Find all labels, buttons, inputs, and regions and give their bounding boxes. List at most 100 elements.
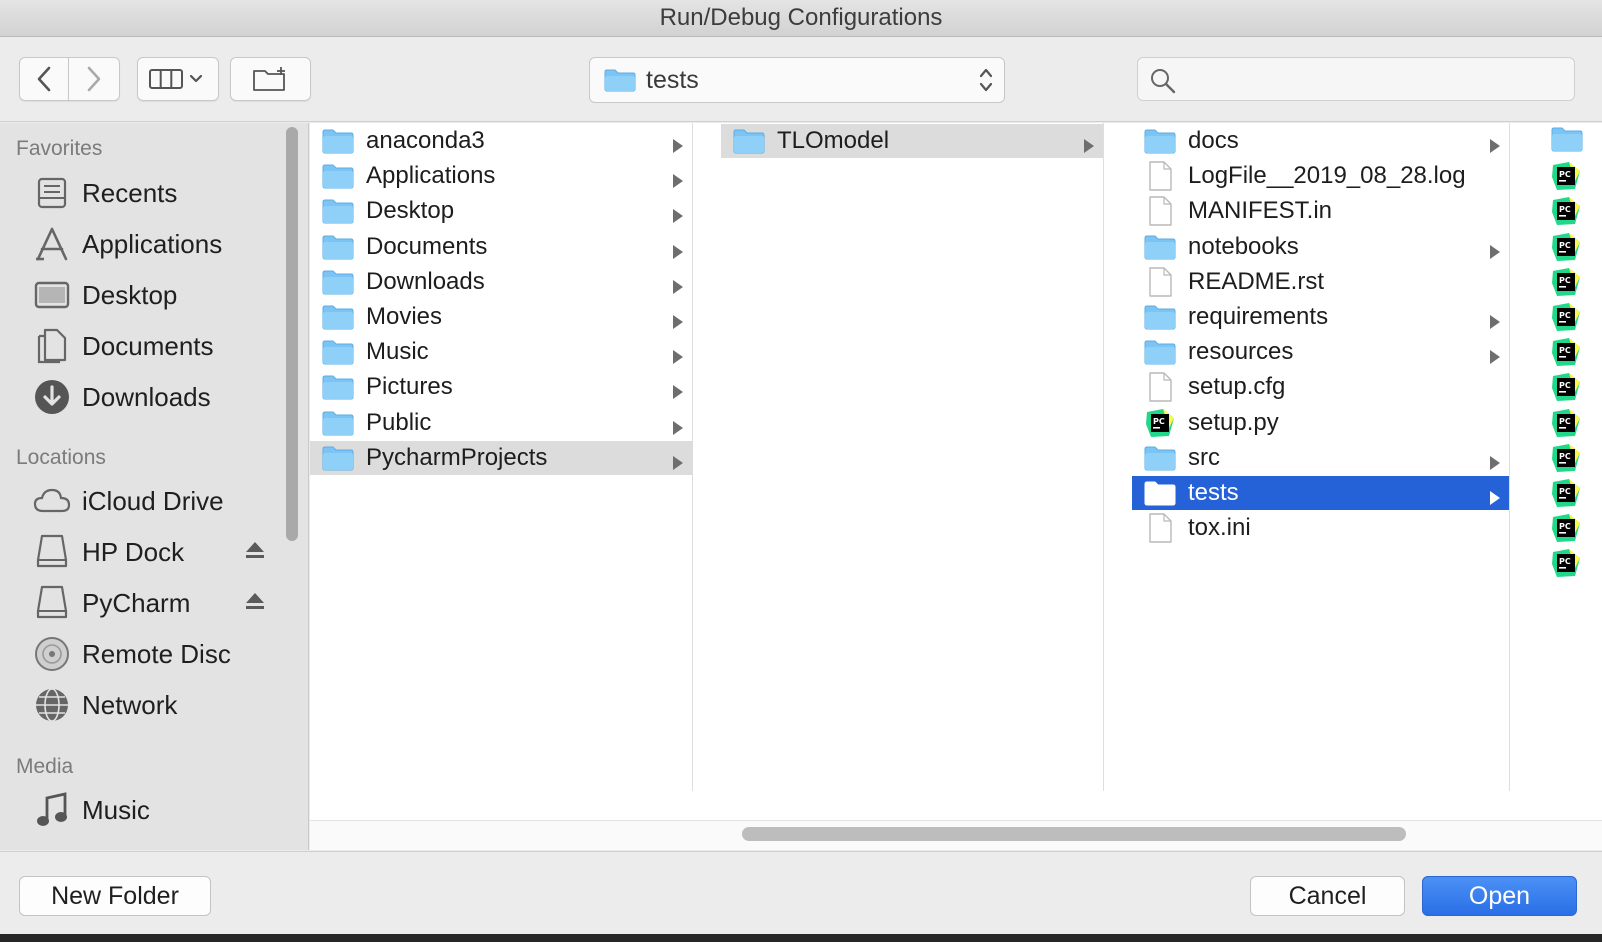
list-item-setup-py[interactable]: PC setup.py [1132,406,1509,440]
sidebar-item-documents[interactable]: Documents [0,324,290,368]
pycharm-file-icon[interactable]: PC [1551,267,1581,302]
eject-icon[interactable] [244,539,266,561]
sidebar: Favorites Recents Applications Desktop D… [0,123,309,850]
list-item-public[interactable]: Public [310,406,692,440]
pycharm-file-icon[interactable]: PC [1551,548,1581,583]
view-mode-button[interactable] [137,57,219,101]
pycharm-file-icon[interactable]: PC [1551,232,1581,267]
new-folder-button[interactable]: New Folder [19,876,211,916]
list-item-label: setup.cfg [1188,373,1286,401]
disclosure-arrow-icon [672,415,684,443]
path-popup[interactable]: tests [589,57,1005,103]
sidebar-item-music[interactable]: Music [0,788,290,832]
disc-icon [32,634,72,674]
file-icon [1144,267,1176,297]
list-item-label: Applications [366,162,496,190]
pycharm-file-icon[interactable]: PC [1551,161,1581,196]
toolbar: tests [0,38,1602,122]
list-item-label: tests [1188,479,1239,506]
list-item-desktop[interactable]: Desktop [310,194,692,228]
pycharm-file-icon[interactable]: PC [1551,337,1581,372]
svg-text:PC: PC [1153,417,1165,426]
sidebar-item-label: iCloud Drive [82,485,224,516]
sidebar-scrollbar[interactable] [286,127,298,541]
list-item-setup-cfg[interactable]: setup.cfg [1132,370,1509,404]
disclosure-arrow-icon [672,274,684,302]
list-item-label: docs [1188,127,1239,154]
search-field[interactable] [1137,57,1575,101]
list-item-label: TLOmodel [777,127,890,154]
list-item-readme-rst[interactable]: README.rst [1132,265,1509,299]
disclosure-arrow-icon [1489,344,1501,372]
svg-text:PC: PC [1559,557,1571,566]
list-item-src[interactable]: src [1132,441,1509,475]
list-item-label: README.rst [1188,267,1325,295]
list-item-movies[interactable]: Movies [310,300,692,334]
column-view-icon [149,69,203,89]
list-item-notebooks[interactable]: notebooks [1132,230,1509,264]
list-item-requirements[interactable]: requirements [1132,300,1509,334]
list-item-label: requirements [1188,303,1329,330]
sidebar-item-downloads[interactable]: Downloads [0,375,290,419]
list-item-documents[interactable]: Documents [310,230,692,264]
list-item-pycharmprojects[interactable]: PycharmProjects [310,440,692,478]
chevron-right-icon [87,66,101,92]
list-item-manifest-in[interactable]: MANIFEST.in [1132,194,1509,228]
horizontal-scrollbar-thumb[interactable] [742,827,1406,841]
sidebar-item-hp-dock[interactable]: HP Dock [0,530,290,574]
sidebar-item-remote-disc[interactable]: Remote Disc [0,632,290,676]
disclosure-arrow-icon [672,344,684,372]
folder-icon [322,338,354,366]
new-folder-toolbar-button[interactable] [230,57,311,101]
cancel-button[interactable]: Cancel [1250,876,1405,916]
disclosure-arrow-icon [672,168,684,196]
horizontal-scrollbar[interactable] [310,820,1602,850]
list-item-tlomodel[interactable]: TLOmodel [721,124,1103,158]
list-item-label: MANIFEST.in [1188,197,1333,225]
sidebar-item-recents[interactable]: Recents [0,171,290,215]
folder-icon [322,444,354,472]
list-item-pictures[interactable]: Pictures [310,370,692,404]
list-item-logfile-2019-08-28-log[interactable]: LogFile__2019_08_28.log [1132,159,1509,193]
open-button[interactable]: Open [1422,876,1577,916]
sidebar-item-label: Downloads [82,381,211,412]
list-item-label: Movies [366,303,443,330]
pycharm-file-icon[interactable]: PC [1551,372,1581,407]
sidebar-item-pycharm[interactable]: PyCharm [0,581,290,625]
pycharm-file-icon[interactable]: PC [1551,513,1581,548]
list-item-downloads[interactable]: Downloads [310,265,692,299]
back-button[interactable] [19,57,69,101]
sidebar-item-desktop[interactable]: Desktop [0,273,290,317]
sidebar-item-applications[interactable]: Applications [0,222,290,266]
eject-icon[interactable] [244,590,266,612]
sidebar-item-network[interactable]: Network [0,683,290,727]
folder-icon[interactable] [1551,126,1583,157]
column-4: PC PC PC PC PC PC PC PC PC PC PC PC [1539,123,1602,791]
sidebar-item-icloud-drive[interactable]: iCloud Drive [0,479,290,523]
list-item-tox-ini[interactable]: tox.ini [1132,511,1509,545]
folder-icon [1144,444,1176,472]
pycharm-file-icon[interactable]: PC [1551,478,1581,513]
list-item-resources[interactable]: resources [1132,335,1509,369]
list-item-tests[interactable]: tests [1132,476,1509,510]
forward-button[interactable] [68,57,120,101]
list-item-anaconda3[interactable]: anaconda3 [310,124,692,158]
disclosure-arrow-icon [672,450,684,478]
desktop-background [0,934,1602,942]
pycharm-file-icon[interactable]: PC [1551,408,1581,443]
folder-icon [322,303,354,331]
pycharm-file-icon[interactable]: PC [1551,302,1581,337]
search-input[interactable] [1182,62,1562,96]
file-icon [1144,196,1176,227]
list-item-docs[interactable]: docs [1132,124,1509,158]
sidebar-item-label: Applications [82,228,223,259]
list-item-label: setup.py [1188,408,1279,436]
music-note-icon [32,790,72,830]
up-down-arrows-icon [979,68,993,92]
list-item-music[interactable]: Music [310,335,692,369]
locations-header: Locations [16,446,106,469]
pycharm-file-icon[interactable]: PC [1551,443,1581,478]
chevron-left-icon [37,66,51,92]
pycharm-file-icon[interactable]: PC [1551,196,1581,231]
list-item-applications[interactable]: Applications [310,159,692,193]
